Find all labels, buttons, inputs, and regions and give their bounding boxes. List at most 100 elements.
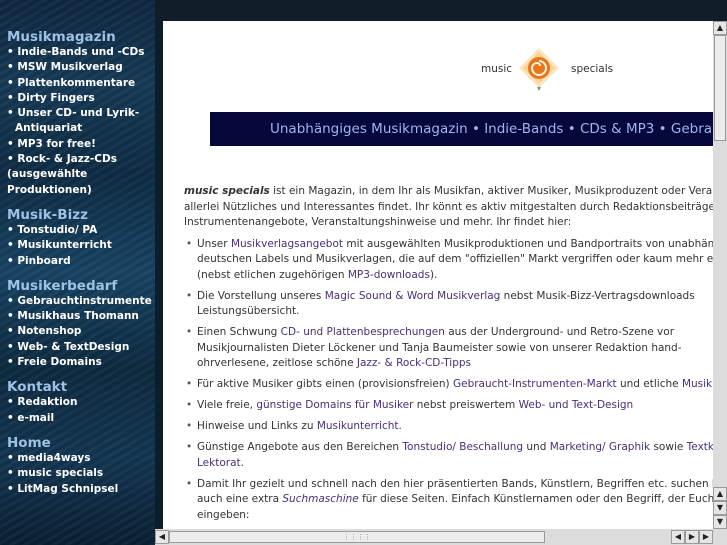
scroll-right-arrow-icon[interactable]: ▶ xyxy=(699,530,713,544)
item-text: sowie xyxy=(650,441,687,453)
nav-link-notenshop[interactable]: • Notenshop xyxy=(7,324,155,339)
nav-link-pinboard[interactable]: • Pinboard xyxy=(7,254,155,269)
nav-link-litmag-schnipsel[interactable]: • LitMag Schnipsel xyxy=(7,482,155,497)
item-text: nebst preiswertem xyxy=(413,399,519,411)
item-text: deutschen Labels und Musikverlagen, die … xyxy=(197,253,713,265)
list-item: Die Vorstellung unseres Magic Sound & Wo… xyxy=(184,289,713,320)
nav-link-redaktion[interactable]: • Redaktion xyxy=(7,395,155,410)
nav-link-musikhaus-thomann[interactable]: • Musikhaus Thomann xyxy=(7,309,155,324)
link-musikverlagsangebot[interactable]: Musikverlagsangebot xyxy=(231,238,343,250)
scroll-right-arrow-icon[interactable]: ▶ xyxy=(685,530,699,544)
scrollbar-corner xyxy=(713,529,727,545)
item-text: eingeben: xyxy=(197,508,250,521)
nav-link-indie-bands[interactable]: • Indie-Bands und -CDs xyxy=(7,45,155,60)
list-item: Günstige Angebote aus den Bereichen Tons… xyxy=(184,440,713,471)
item-text: und xyxy=(523,441,550,453)
nav-section-home: Home • media4ways • music specials • Lit… xyxy=(7,435,155,497)
nav-link-rock-jazz-line3: Produktionen) xyxy=(7,183,92,196)
list-item: Hinweise und Links zu Musikunterricht. xyxy=(184,419,713,435)
horizontal-scrollbar[interactable]: ◀ ⋮⋮⋮⋮ ◀ ▶ ▶ xyxy=(155,529,713,545)
nav-link-msw-musikverlag[interactable]: • MSW Musikverlag xyxy=(7,60,155,75)
scroll-up-arrow-icon[interactable]: ▲ xyxy=(713,487,727,501)
link-tonstudio-beschallung[interactable]: Tonstudio/ Beschallung xyxy=(402,441,523,453)
nav-section-title[interactable]: Musik-Bizz xyxy=(7,207,155,223)
nav-link-mp3-free[interactable]: • MP3 for free! xyxy=(7,137,155,152)
nav-section-title[interactable]: Musikmagazin xyxy=(7,29,155,45)
intro-text: ist ein Magazin, in dem Ihr als Musikfan… xyxy=(269,185,713,197)
link-mp3-downloads[interactable]: MP3-downloads xyxy=(348,269,430,281)
nav-section-kontakt: Kontakt • Redaktion • e-mail xyxy=(7,379,155,426)
feature-list: Unser Musikverlagsangebot mit ausgewählt… xyxy=(184,237,713,524)
brand-name: music specials xyxy=(184,185,270,197)
link-guenstige-domains[interactable]: günstige Domains für Musiker xyxy=(256,399,413,411)
list-item: Für aktive Musiker gibts einen (provisio… xyxy=(184,377,713,393)
nav-link-musikunterricht[interactable]: • Musikunterricht xyxy=(7,238,155,253)
item-text: ohrverlesene, zeitlose schöne xyxy=(197,357,357,369)
link-gebraucht-instrumenten-markt[interactable]: Gebraucht-Instrumenten-Markt xyxy=(453,378,617,390)
nav-section-musik-bizz: Musik-Bizz • Tonstudio/ PA • Musikunterr… xyxy=(7,207,155,269)
nav-link-gebrauchtinstrumente[interactable]: • Gebrauchtinstrumente xyxy=(7,294,155,309)
sidebar-nav: Musikmagazin • Indie-Bands und -CDs • MS… xyxy=(0,0,155,545)
horizontal-scroll-thumb[interactable]: ⋮⋮⋮⋮ xyxy=(169,531,545,543)
scroll-up-arrow-icon[interactable]: ▲ xyxy=(713,21,727,35)
nav-link-dirty-fingers[interactable]: • Dirty Fingers xyxy=(7,91,155,106)
item-text: . xyxy=(398,420,402,432)
scroll-down-arrow-icon[interactable]: ▼ xyxy=(713,501,727,515)
nav-link-rock-jazz-line1: • Rock- & Jazz-CDs xyxy=(7,153,117,166)
nav-section-title[interactable]: Home xyxy=(7,435,155,451)
link-web-text-design[interactable]: Web- und Text-Design xyxy=(519,399,634,411)
nav-link-tonstudio[interactable]: • Tonstudio/ PA xyxy=(7,223,155,238)
link-jazz-rock-tipps[interactable]: Jazz- & Rock-CD-Tipps xyxy=(357,357,471,369)
scroll-left-arrow-icon[interactable]: ◀ xyxy=(155,530,169,544)
nav-section-title[interactable]: Kontakt xyxy=(7,379,155,395)
scroll-down-arrow-icon[interactable]: ▼ xyxy=(713,515,727,529)
link-magic-sound-word[interactable]: Magic Sound & Word Musikverlag xyxy=(325,290,501,302)
item-text: nebst Musik-Bizz-Vertragsdownloads xyxy=(500,289,695,302)
nav-link-media4ways[interactable]: • media4ways xyxy=(7,451,155,466)
nav-link-freie-domains[interactable]: • Freie Domains xyxy=(7,355,155,370)
item-text: Hinweise und Links zu xyxy=(197,420,317,432)
nav-section-musikerbedarf: Musikerbedarf • Gebrauchtinstrumente • M… xyxy=(7,278,155,370)
content-frame: music specials Unabhängiges Musikmagazin… xyxy=(163,21,713,529)
intro-line: music specials ist ein Magazin, in dem I… xyxy=(184,184,713,200)
list-item: Einen Schwung CD- und Plattenbesprechung… xyxy=(184,325,713,372)
nav-section-title[interactable]: Musikerbedarf xyxy=(7,278,155,294)
item-text: Unser xyxy=(197,237,231,250)
item-text: mit ausgewählten Musikproduktionen und B… xyxy=(343,237,713,250)
item-text: Die Vorstellung unseres xyxy=(197,289,325,302)
nav-link-music-specials[interactable]: • music specials xyxy=(7,466,155,481)
logo-text-specials: specials xyxy=(571,63,614,75)
main-content: music specials ist ein Magazin, in dem I… xyxy=(184,184,713,529)
item-text: für diese Seiten. Einfach Künstlernamen … xyxy=(358,493,713,505)
logo-text-music: music xyxy=(481,63,513,75)
link-cd-plattenbesprechungen[interactable]: CD- und Plattenbesprechungen xyxy=(281,326,445,338)
link-musikunterricht[interactable]: Musikunterricht xyxy=(317,420,399,432)
item-text: Für aktive Musiker gibts einen (provisio… xyxy=(197,378,453,390)
list-item: Viele freie, günstige Domains für Musike… xyxy=(184,398,713,414)
link-suchmaschine[interactable]: Suchmaschine xyxy=(282,493,358,505)
item-text: . xyxy=(240,456,244,469)
item-text: Musikjournalisten Dieter Löckener und Ta… xyxy=(197,341,682,354)
link-marketing-graphik[interactable]: Marketing/ Graphik xyxy=(550,441,650,453)
item-text: Leistungsübersicht. xyxy=(197,305,300,317)
nav-link-plattenkommentare[interactable]: • Plattenkommentare xyxy=(7,76,155,91)
nav-link-email[interactable]: • e-mail xyxy=(7,411,155,426)
nav-link-antiquariat[interactable]: • Unser CD- und Lyrik- Antiquariat xyxy=(7,106,155,137)
link-musiklinks[interactable]: Musiklinks xyxy=(682,378,713,390)
nav-link-web-textdesign[interactable]: • Web- & TextDesign xyxy=(7,340,155,355)
list-item: Damit Ihr gezielt und schnell nach den h… xyxy=(184,477,713,524)
slogan-banner: Unabhängiges Musikmagazin • Indie-Bands … xyxy=(210,112,713,146)
item-text: ). xyxy=(429,268,438,281)
top-strip xyxy=(155,0,727,21)
link-textkorrektur[interactable]: Textkor xyxy=(687,441,713,453)
nav-link-antiquariat-line1: • Unser CD- und Lyrik- xyxy=(7,107,140,120)
nav-link-antiquariat-line2: Antiquariat xyxy=(15,122,83,135)
intro-line: allerlei Nützliches und Interessantes fi… xyxy=(184,200,713,213)
vertical-scrollbar[interactable]: ▲ ▲ ▼ ▼ xyxy=(713,21,727,529)
vertical-scroll-thumb[interactable] xyxy=(714,35,726,141)
item-text: Damit Ihr gezielt und schnell nach den h… xyxy=(197,477,713,490)
scroll-left-arrow-icon[interactable]: ◀ xyxy=(671,530,685,544)
item-text: aus der Underground- und Retro-Szene vor xyxy=(444,326,675,338)
nav-link-rock-jazz-cds[interactable]: • Rock- & Jazz-CDs (ausgewählte Produktion… xyxy=(7,152,155,198)
link-lektorat[interactable]: Lektorat xyxy=(197,457,241,469)
